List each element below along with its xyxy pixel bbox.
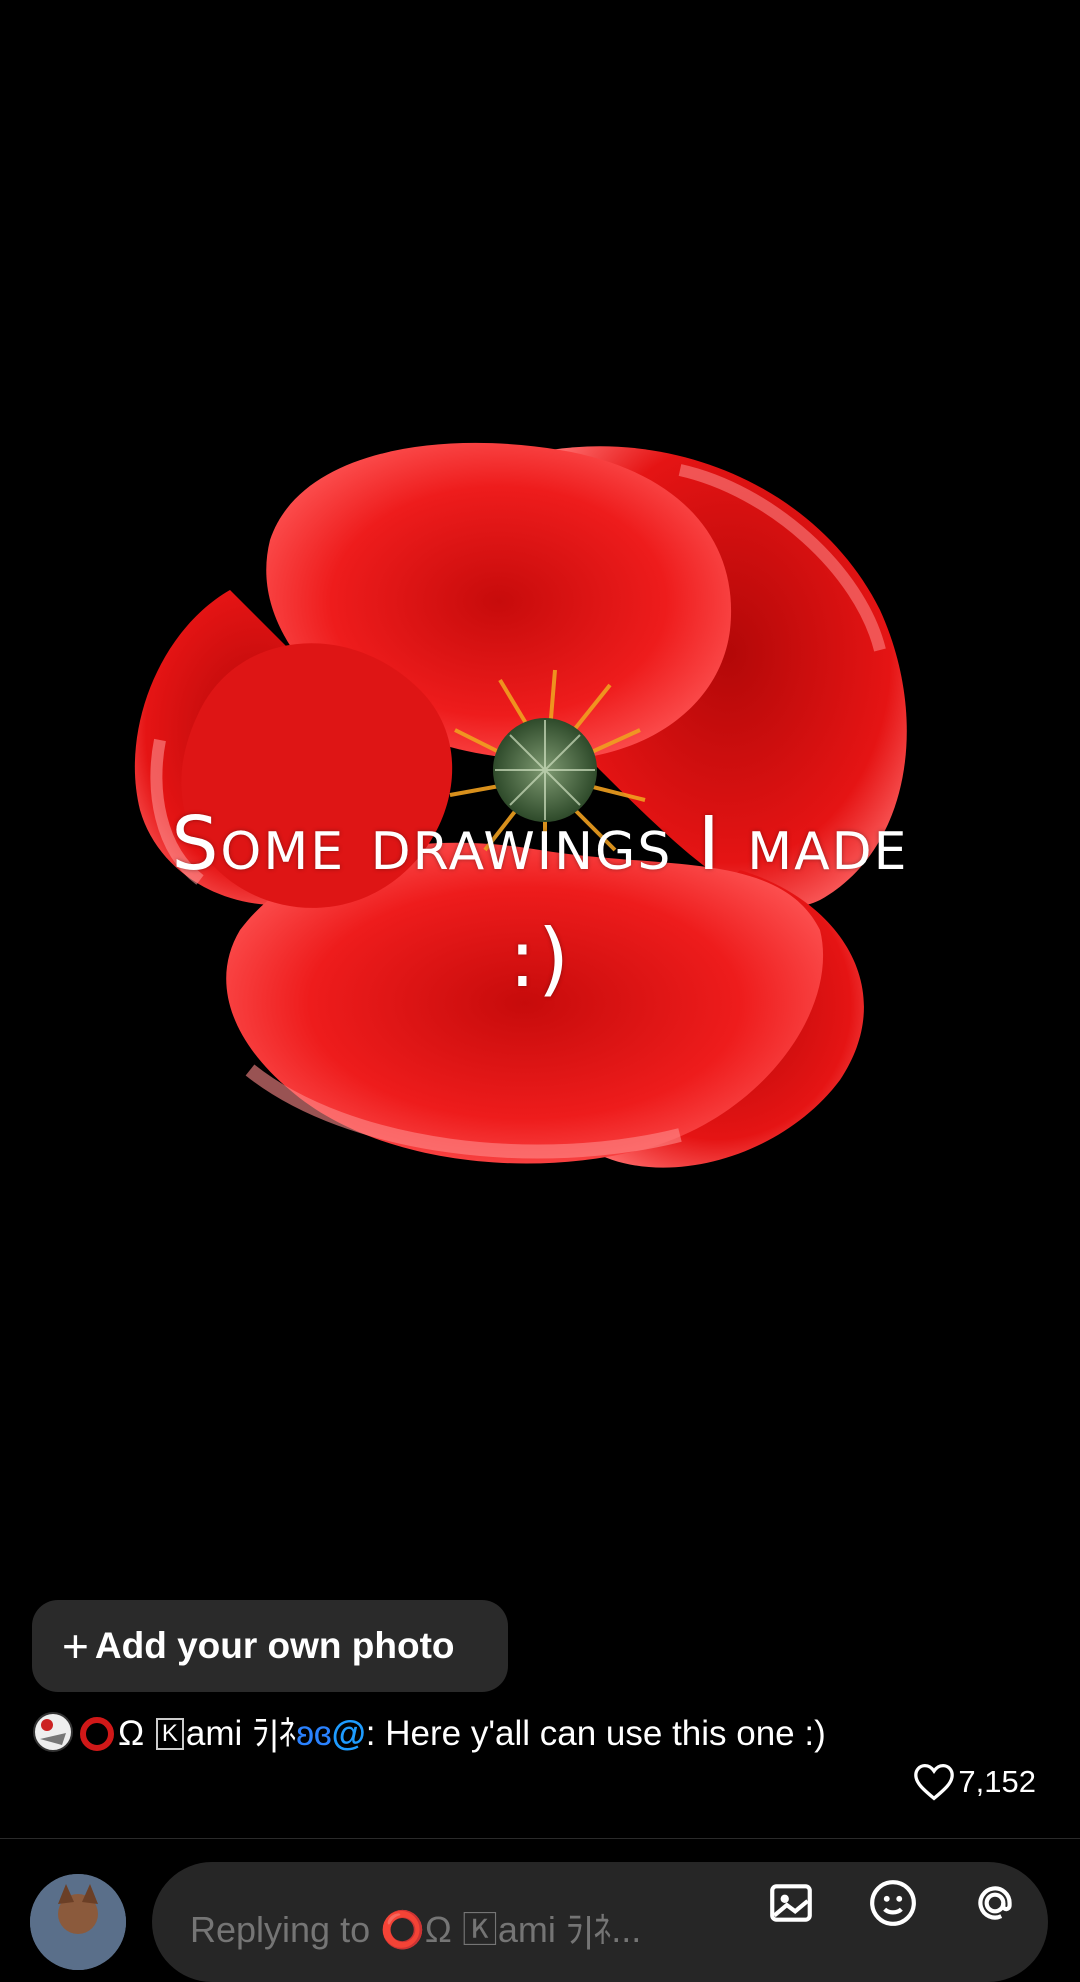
boxed-k-icon: K <box>155 1718 184 1750</box>
divider <box>0 1838 1080 1839</box>
emoji-icon[interactable] <box>868 1878 918 1928</box>
swirl-icon: @ <box>331 1714 366 1753</box>
heart-icon <box>914 1763 955 1801</box>
caption-line-2: :) <box>508 911 572 1005</box>
comment-item[interactable]: Ω Kami ﾗ|ﾈʚɞ@: Here y'all can use this o… <box>32 1708 862 1760</box>
reply-bar <box>0 1860 1080 1982</box>
add-photo-label: Add your own photo <box>94 1625 455 1666</box>
butterfly-icon: ʚɞ <box>296 1714 332 1753</box>
image-icon[interactable] <box>766 1878 816 1928</box>
mention-icon[interactable] <box>970 1878 1020 1928</box>
avatar-sticker-icon <box>33 1712 73 1752</box>
comment-text: : Here y'all can use this one :) <box>365 1714 826 1753</box>
plus-icon: + <box>62 1620 89 1672</box>
comment-author-prefix[interactable]: Ω <box>118 1714 144 1753</box>
comment-author-name[interactable]: ami ﾗ|ﾈ <box>186 1714 296 1753</box>
reply-actions <box>766 1878 1020 1928</box>
like-count: 7,152 <box>958 1764 1036 1799</box>
caption-line-1: Some drawings I made <box>171 801 909 887</box>
post-caption: Some drawings I made :) <box>0 800 1080 1007</box>
red-ring-icon <box>80 1717 114 1751</box>
post-media[interactable]: Some drawings I made :) <box>0 0 1080 1840</box>
add-your-own-photo-button[interactable]: + Add your own photo <box>32 1600 508 1692</box>
avatar[interactable] <box>30 1874 126 1970</box>
user-avatar-icon <box>30 1874 126 1970</box>
like-button[interactable]: 7,152 <box>912 1762 1036 1802</box>
